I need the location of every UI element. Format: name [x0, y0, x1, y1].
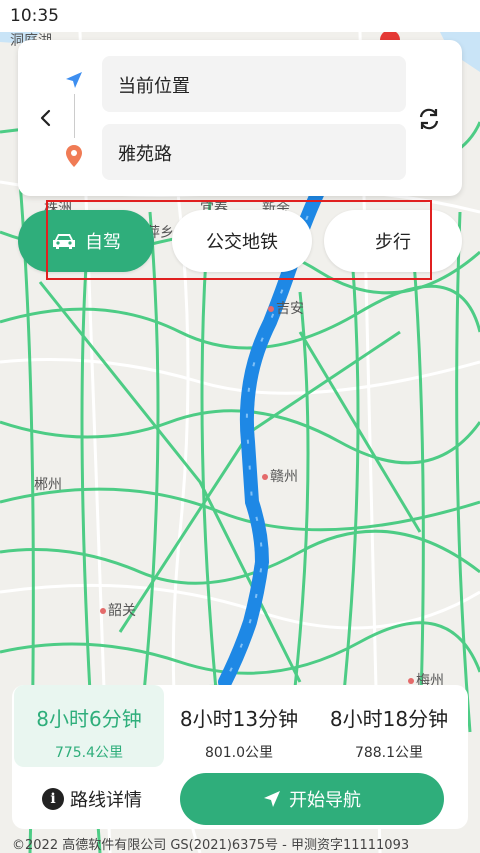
destination-pin-icon — [66, 145, 82, 167]
route-connector-line — [74, 94, 75, 138]
route-details-button[interactable]: i 路线详情 — [42, 785, 142, 813]
route-time: 8小时13分钟 — [179, 707, 299, 731]
start-location-field[interactable]: 当前位置 — [102, 56, 406, 112]
destination-field[interactable]: 雅苑路 — [102, 124, 406, 180]
back-button[interactable] — [34, 106, 58, 130]
route-option-2[interactable]: 8小时13分钟 801.0公里 — [164, 685, 314, 767]
route-search-card: 当前位置 雅苑路 — [18, 40, 462, 196]
navigation-arrow-icon — [264, 791, 280, 807]
status-time: 10:35 — [10, 6, 59, 26]
location-arrow-icon — [66, 72, 82, 88]
swap-refresh-icon — [419, 108, 439, 130]
city-label-ganzhou: 赣州 — [262, 466, 298, 486]
city-label-jian: 吉安 — [268, 298, 304, 318]
route-time: 8小时18分钟 — [329, 707, 449, 731]
map-copyright: ©2022 高德软件有限公司 GS(2021)6375号 - 甲测资字11111… — [12, 838, 410, 853]
start-navigation-label: 开始导航 — [289, 790, 361, 811]
route-options-panel: 8小时6分钟 775.4公里 8小时13分钟 801.0公里 8小时18分钟 7… — [12, 685, 468, 829]
route-option-3[interactable]: 8小时18分钟 788.1公里 — [314, 685, 464, 767]
status-bar: 10:35 — [0, 0, 480, 32]
city-label-chenzhou: 郴州 — [34, 477, 62, 493]
route-distance: 788.1公里 — [354, 745, 424, 761]
start-navigation-button[interactable]: 开始导航 — [180, 773, 444, 825]
route-time: 8小时6分钟 — [36, 707, 142, 731]
chevron-left-icon — [40, 109, 51, 127]
route-distance: 775.4公里 — [54, 745, 124, 761]
city-label-shaoguan: 韶关 — [100, 600, 136, 620]
route-option-1[interactable]: 8小时6分钟 775.4公里 — [14, 685, 164, 767]
route-details-label: 路线详情 — [70, 790, 142, 811]
swap-button[interactable] — [416, 106, 442, 132]
annotation-highlight-box — [46, 200, 432, 280]
route-distance: 801.0公里 — [204, 745, 274, 761]
info-icon: i — [42, 788, 64, 810]
